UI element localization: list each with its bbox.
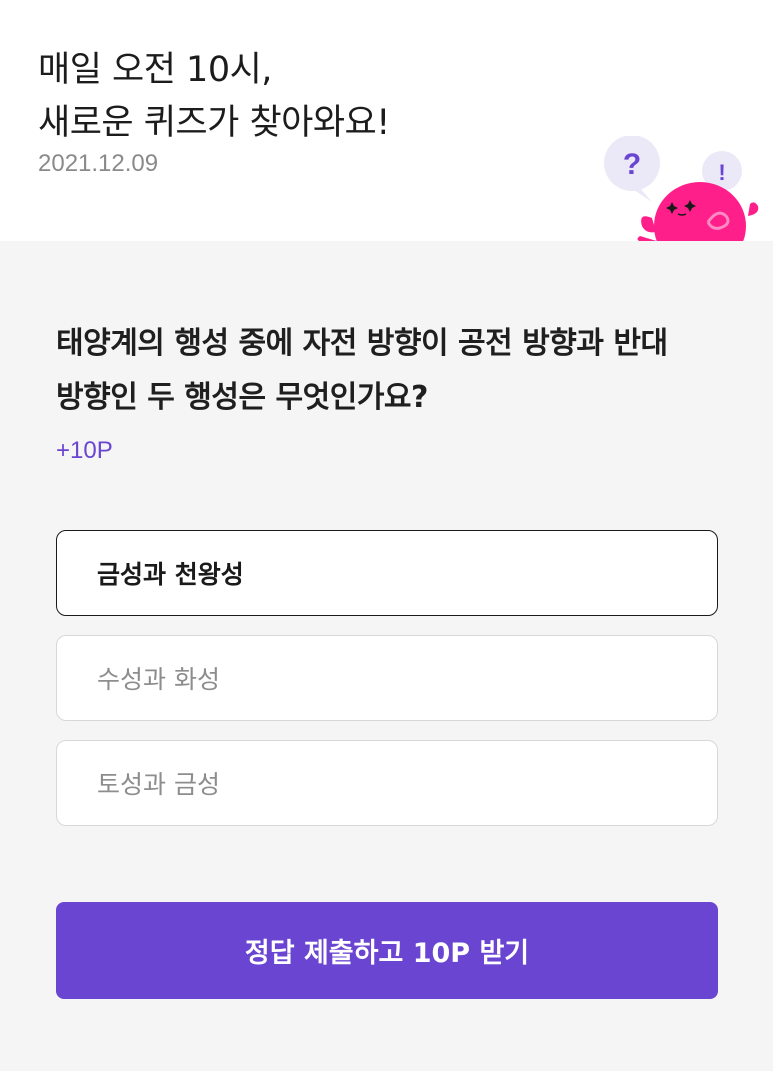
quiz-header: 매일 오전 10시, 새로운 퀴즈가 찾아와요! 2021.12.09 ? !: [0, 0, 773, 241]
answer-option-label: 금성과 천왕성: [97, 560, 244, 589]
bubble-question-mark: ?: [623, 148, 641, 181]
submit-answer-button[interactable]: 정답 제출하고 10P 받기: [56, 902, 718, 999]
points-reward: +10P: [56, 437, 113, 464]
pink-blob-character-icon: [637, 182, 759, 241]
quiz-date: 2021.12.09: [38, 150, 159, 177]
answer-option-2[interactable]: 수성과 화성: [56, 635, 718, 721]
answer-option-3[interactable]: 토성과 금성: [56, 740, 718, 826]
question-bubble-icon: ?: [604, 136, 660, 202]
quiz-question: 태양계의 행성 중에 자전 방향이 공전 방향과 반대 방향인 두 행성은 무엇…: [56, 317, 736, 425]
quiz-question-line-2: 방향인 두 행성은 무엇인가요?: [56, 380, 428, 415]
header-title-line-1: 매일 오전 10시,: [38, 50, 272, 90]
answer-option-label: 토성과 금성: [97, 770, 220, 799]
answer-option-1[interactable]: 금성과 천왕성: [56, 530, 718, 616]
quiz-question-line-1: 태양계의 행성 중에 자전 방향이 공전 방향과 반대: [56, 326, 668, 361]
bubble-exclaim-mark: !: [718, 160, 725, 185]
mascot-illustration: ? !: [604, 136, 759, 241]
header-title-line-2: 새로운 퀴즈가 찾아와요!: [38, 103, 390, 143]
header-title: 매일 오전 10시, 새로운 퀴즈가 찾아와요!: [38, 44, 390, 150]
answer-option-label: 수성과 화성: [97, 665, 220, 694]
quiz-panel: 태양계의 행성 중에 자전 방향이 공전 방향과 반대 방향인 두 행성은 무엇…: [0, 241, 773, 1071]
